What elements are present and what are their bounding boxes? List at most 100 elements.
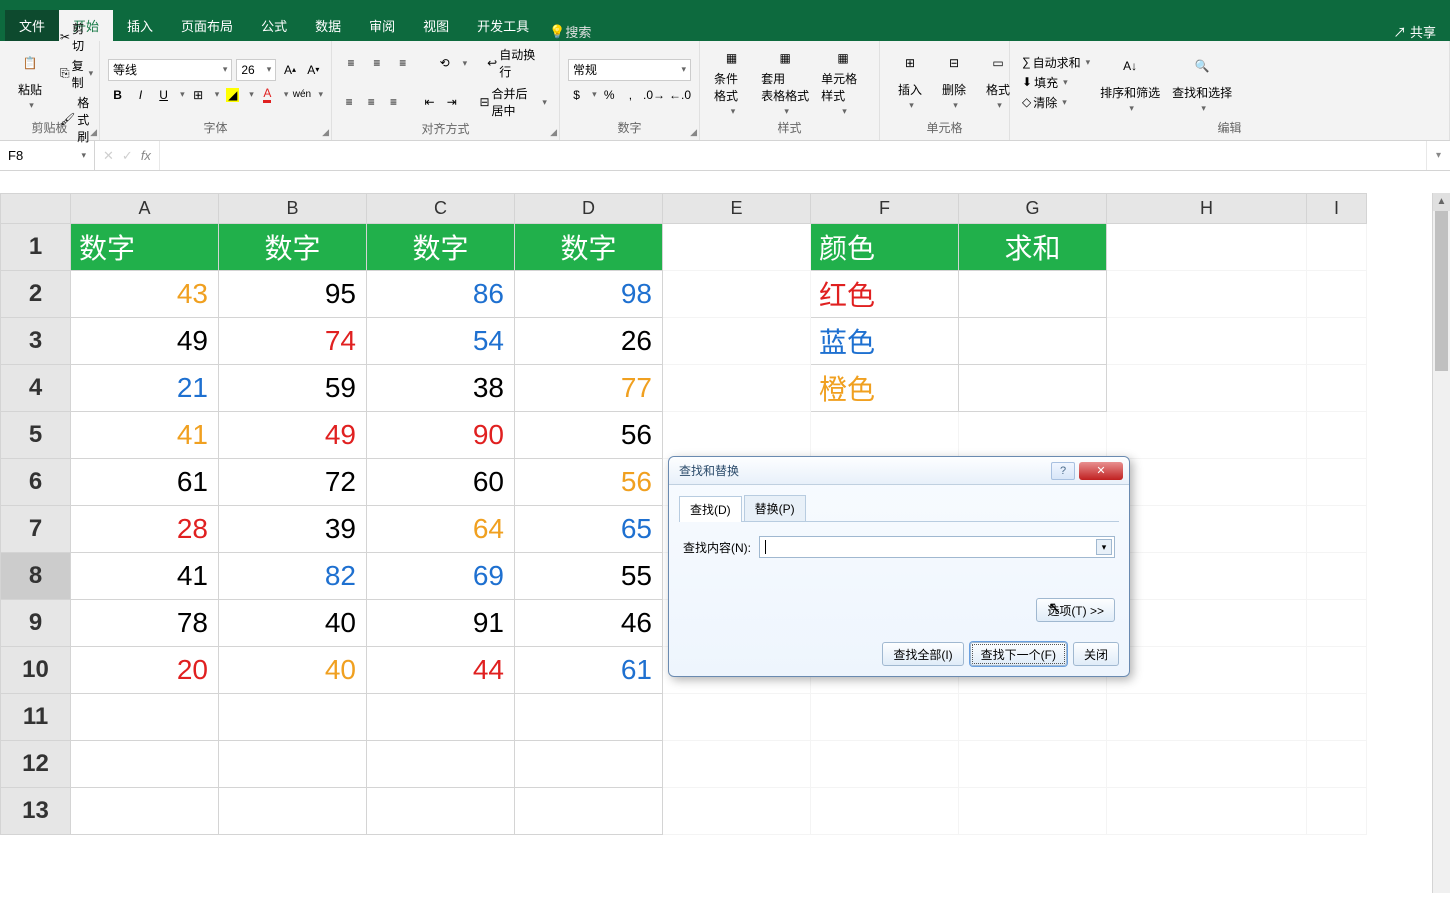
align-bottom-button[interactable]: ≡ (392, 52, 414, 74)
cell-D8[interactable]: 55 (515, 553, 663, 600)
cell-E11[interactable] (663, 694, 811, 741)
cell-D7[interactable]: 65 (515, 506, 663, 553)
row-header-4[interactable]: 4 (1, 365, 71, 412)
cell-I10[interactable] (1307, 647, 1367, 694)
cell-B9[interactable]: 40 (219, 600, 367, 647)
row-header-6[interactable]: 6 (1, 459, 71, 506)
cell-D10[interactable]: 61 (515, 647, 663, 694)
cell-C1[interactable]: 数字 (367, 224, 515, 271)
tab-file[interactable]: 文件 (5, 10, 59, 41)
cell-B7[interactable]: 39 (219, 506, 367, 553)
cell-I5[interactable] (1307, 412, 1367, 459)
cell-D1[interactable]: 数字 (515, 224, 663, 271)
sort-filter-button[interactable]: A↓排序和筛选▾ (1094, 48, 1166, 116)
cell-I3[interactable] (1307, 318, 1367, 365)
share-button[interactable]: ↗ 共享 (1393, 22, 1450, 41)
number-launcher[interactable]: ◢ (690, 127, 697, 138)
tab-dev[interactable]: 开发工具 (463, 10, 543, 41)
row-header-11[interactable]: 11 (1, 694, 71, 741)
align-right-button[interactable]: ≡ (384, 91, 402, 113)
cell-B4[interactable]: 59 (219, 365, 367, 412)
formula-input[interactable] (160, 141, 1426, 170)
cell-E12[interactable] (663, 741, 811, 788)
cell-A5[interactable]: 41 (71, 412, 219, 459)
cell-C3[interactable]: 54 (367, 318, 515, 365)
comma-button[interactable]: , (622, 84, 639, 106)
close-button[interactable]: 关闭 (1073, 642, 1119, 666)
cell-E13[interactable] (663, 788, 811, 835)
font-name-combo[interactable]: 等线▾ (108, 59, 232, 81)
clear-button[interactable]: ◇清除▾ (1018, 93, 1094, 112)
cell-D4[interactable]: 77 (515, 365, 663, 412)
cell-D6[interactable]: 56 (515, 459, 663, 506)
cell-B8[interactable]: 82 (219, 553, 367, 600)
cell-H7[interactable] (1107, 506, 1307, 553)
increase-font-button[interactable]: A▴ (280, 59, 299, 81)
cell-B3[interactable]: 74 (219, 318, 367, 365)
cell-I2[interactable] (1307, 271, 1367, 318)
cell-C13[interactable] (367, 788, 515, 835)
cell-H3[interactable] (1107, 318, 1307, 365)
find-next-button[interactable]: 查找下一个(F) (970, 642, 1067, 666)
cell-I11[interactable] (1307, 694, 1367, 741)
fill-button[interactable]: ⬇填充▾ (1018, 73, 1094, 92)
decrease-decimal-button[interactable]: ←.0 (669, 84, 691, 106)
increase-indent-button[interactable]: ⇥ (443, 91, 461, 113)
cell-I6[interactable] (1307, 459, 1367, 506)
cell-B1[interactable]: 数字 (219, 224, 367, 271)
cell-A13[interactable] (71, 788, 219, 835)
cell-G4[interactable] (959, 365, 1107, 412)
cell-A4[interactable]: 21 (71, 365, 219, 412)
clipboard-launcher[interactable]: ◢ (90, 127, 97, 138)
decrease-indent-button[interactable]: ⇤ (420, 91, 438, 113)
cell-C6[interactable]: 60 (367, 459, 515, 506)
cell-D3[interactable]: 26 (515, 318, 663, 365)
cancel-formula-button[interactable]: ✕ (103, 148, 114, 164)
autosum-button[interactable]: ∑自动求和▾ (1018, 53, 1094, 72)
col-header-A[interactable]: A (71, 194, 219, 224)
cell-A3[interactable]: 49 (71, 318, 219, 365)
find-all-button[interactable]: 查找全部(I) (882, 642, 963, 666)
cell-F3[interactable]: 蓝色 (811, 318, 959, 365)
cell-A9[interactable]: 78 (71, 600, 219, 647)
row-header-1[interactable]: 1 (1, 224, 71, 271)
cell-F5[interactable] (811, 412, 959, 459)
cell-I8[interactable] (1307, 553, 1367, 600)
cell-B10[interactable]: 40 (219, 647, 367, 694)
cell-C4[interactable]: 38 (367, 365, 515, 412)
cell-C7[interactable]: 64 (367, 506, 515, 553)
col-header-F[interactable]: F (811, 194, 959, 224)
cell-I1[interactable] (1307, 224, 1367, 271)
align-launcher[interactable]: ◢ (550, 127, 557, 138)
increase-decimal-button[interactable]: .0→ (643, 84, 665, 106)
cell-B11[interactable] (219, 694, 367, 741)
align-left-button[interactable]: ≡ (340, 91, 358, 113)
copy-button[interactable]: ⎘复制▾ (56, 56, 97, 92)
decrease-font-button[interactable]: A▾ (304, 59, 323, 81)
cell-E5[interactable] (663, 412, 811, 459)
italic-button[interactable]: I (131, 84, 150, 106)
wrap-text-button[interactable]: ↩自动换行 (483, 45, 551, 81)
row-header-8[interactable]: 8 (1, 553, 71, 600)
align-top-button[interactable]: ≡ (340, 52, 362, 74)
row-header-5[interactable]: 5 (1, 412, 71, 459)
confirm-formula-button[interactable]: ✓ (122, 148, 133, 164)
cell-C8[interactable]: 69 (367, 553, 515, 600)
tab-insert[interactable]: 插入 (113, 10, 167, 41)
cell-F1[interactable]: 颜色 (811, 224, 959, 271)
cell-G11[interactable] (959, 694, 1107, 741)
cut-button[interactable]: ✂剪切 (56, 19, 97, 55)
font-size-combo[interactable]: 26▾ (236, 59, 276, 81)
cell-G12[interactable] (959, 741, 1107, 788)
col-header-E[interactable]: E (663, 194, 811, 224)
col-header-I[interactable]: I (1307, 194, 1367, 224)
fx-button[interactable]: fx (141, 148, 151, 163)
cell-H5[interactable] (1107, 412, 1307, 459)
cell-C9[interactable]: 91 (367, 600, 515, 647)
cell-E3[interactable] (663, 318, 811, 365)
cell-H10[interactable] (1107, 647, 1307, 694)
cell-H9[interactable] (1107, 600, 1307, 647)
cell-B13[interactable] (219, 788, 367, 835)
select-all-corner[interactable] (1, 194, 71, 224)
paste-button[interactable]: 📋 粘贴▾ (8, 45, 52, 119)
